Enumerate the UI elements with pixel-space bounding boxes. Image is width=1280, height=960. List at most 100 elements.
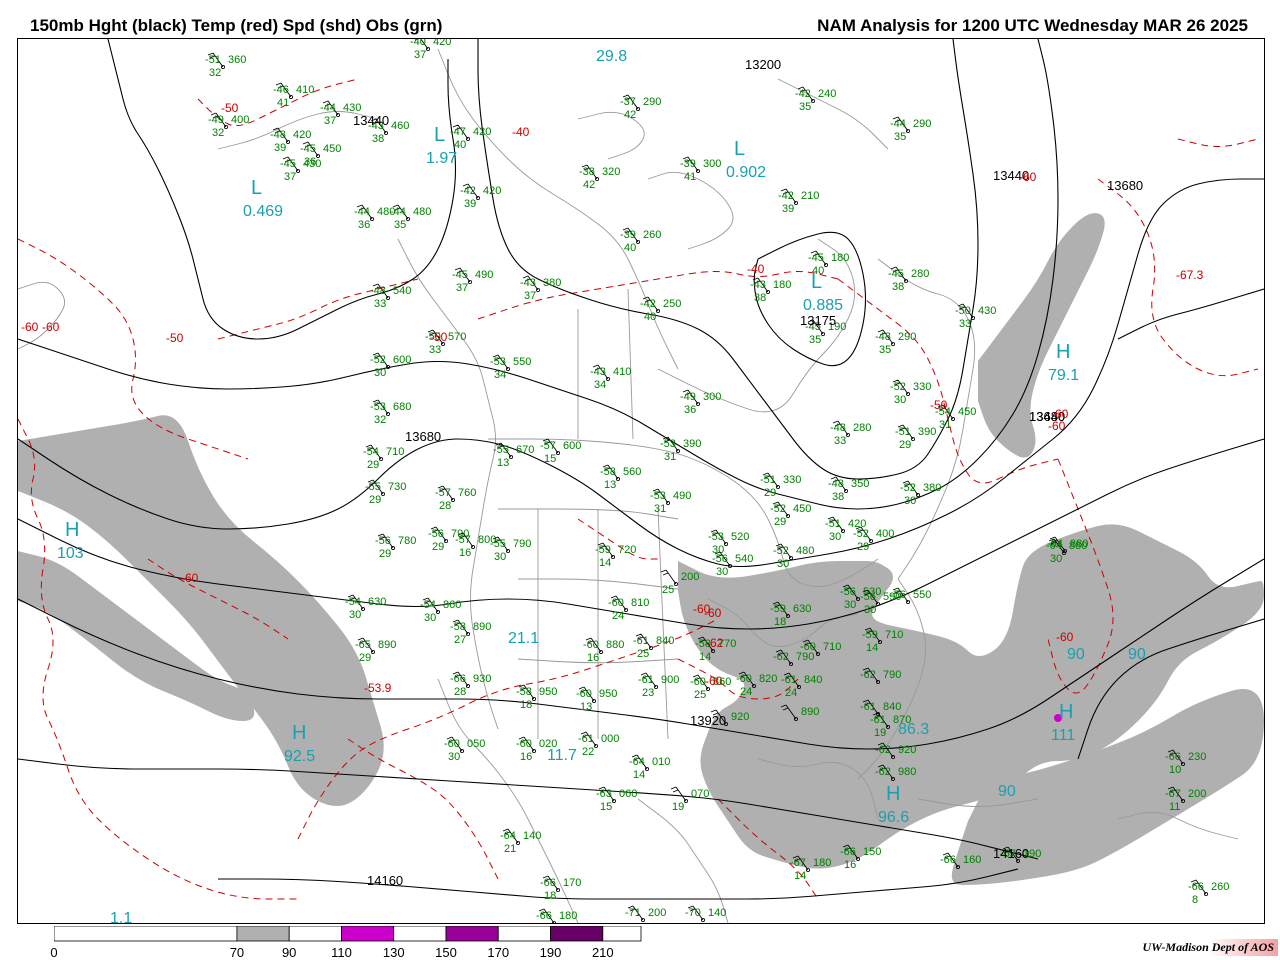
center-value: 103 xyxy=(57,545,84,562)
ob-dewpoint: 13 xyxy=(580,701,592,713)
station-ob: -5033 430 xyxy=(955,303,996,330)
ob-dewpoint: 18 xyxy=(544,890,556,902)
ob-height: 290 xyxy=(643,96,661,108)
height-label: 13680 xyxy=(405,429,441,444)
ob-dewpoint: 38 xyxy=(372,133,384,145)
temp-label: -40 xyxy=(747,262,765,276)
colorbar-tick-label: 110 xyxy=(331,945,352,960)
ob-height: 410 xyxy=(296,84,314,96)
ob-temp: -53 xyxy=(708,531,724,543)
ob-dewpoint: 33 xyxy=(834,435,846,447)
ob-dewpoint: 25 xyxy=(662,584,674,596)
ob-temp: -43 xyxy=(590,366,606,378)
low-center-letter: L xyxy=(434,124,445,146)
ob-height: 400 xyxy=(231,114,249,126)
ob-height: 780 xyxy=(398,535,416,547)
colorbar-segment xyxy=(497,926,551,942)
ob-height: 730 xyxy=(388,481,406,493)
ob-height: 290 xyxy=(898,331,916,343)
ob-dewpoint: 16 xyxy=(587,652,599,664)
ob-temp: -56 xyxy=(428,528,444,540)
ob-height: 570 xyxy=(448,331,466,343)
ob-temp: -40 xyxy=(410,39,426,48)
ob-height: 180 xyxy=(773,279,791,291)
station-ob: -5230 600 xyxy=(370,352,411,379)
ob-height: 450 xyxy=(958,406,976,418)
ob-height: 320 xyxy=(602,166,620,178)
ob-height: 380 xyxy=(543,277,561,289)
ob-temp: -71 xyxy=(625,907,641,919)
ob-temp: -61 xyxy=(578,733,594,745)
temp-label: -40 xyxy=(512,125,530,139)
ob-temp: -67 xyxy=(1165,788,1181,800)
ob-temp: -61 xyxy=(870,714,886,726)
ob-temp: -43 xyxy=(750,279,766,291)
high-center-letter: H xyxy=(1056,341,1070,363)
ob-temp: -54 xyxy=(420,599,436,611)
map-canvas: -5132360-4641410-4437430-4932400 -4338460… xyxy=(18,39,1264,923)
ob-dewpoint: 39 xyxy=(782,203,794,215)
wind-speed-colorbar xyxy=(54,926,642,942)
ob-temp: -57 xyxy=(540,440,556,452)
center-label: L 0.902 xyxy=(726,138,766,181)
ob-temp: -62 xyxy=(773,651,789,663)
ob-temp: -49 xyxy=(208,114,224,126)
ob-dewpoint: 22 xyxy=(582,746,594,758)
high-center-letter: H xyxy=(65,519,79,541)
ob-temp: -44 xyxy=(320,102,336,114)
station-ob: -5332 680 xyxy=(370,399,411,426)
ob-temp: -60 xyxy=(583,639,599,651)
ob-dewpoint: 30 xyxy=(716,566,728,578)
station-ob: -5630 540 xyxy=(712,551,753,578)
ob-temp: -61 xyxy=(781,674,797,686)
ob-height: 300 xyxy=(703,158,721,170)
ob-dewpoint: 11 xyxy=(1169,801,1180,813)
ob-temp: -44 xyxy=(890,118,906,130)
center-value: 96.6 xyxy=(878,809,909,826)
station-ob: -5818 950 xyxy=(516,684,557,711)
ob-height: 880 xyxy=(606,639,624,651)
temp-label: -60 xyxy=(1056,630,1074,644)
height-label: 14160 xyxy=(993,846,1029,861)
ob-height: 860 xyxy=(443,599,461,611)
ob-dewpoint: 29 xyxy=(369,494,381,506)
station-ob: -6529 890 xyxy=(355,637,396,664)
center-label: 90 xyxy=(1128,646,1146,663)
ob-height: 720 xyxy=(618,544,636,556)
ob-temp: -61 xyxy=(633,635,649,647)
ob-height: 670 xyxy=(516,444,534,456)
ob-temp: -52 xyxy=(890,381,906,393)
station-ob: 19 070 xyxy=(670,786,709,813)
ob-temp: -59 xyxy=(595,544,611,556)
ob-height: 560 xyxy=(623,466,641,478)
station-ob: -4338 180 xyxy=(750,277,791,304)
center-label: L 0.469 xyxy=(243,177,283,220)
ob-dewpoint: 33 xyxy=(374,298,386,310)
height-label: 13200 xyxy=(745,57,781,72)
ob-dewpoint: 29 xyxy=(857,541,869,553)
ob-dewpoint: 37 xyxy=(414,49,426,61)
ob-dewpoint: 37 xyxy=(324,115,336,127)
ob-temp: -46 xyxy=(273,84,289,96)
ob-temp: -66 xyxy=(536,910,552,922)
ob-dewpoint: 35 xyxy=(809,334,821,346)
ob-height: 420 xyxy=(473,126,491,138)
ob-temp: -48 xyxy=(270,129,286,141)
temp-label: -60 xyxy=(21,320,39,334)
ob-temp: -53 xyxy=(660,438,676,450)
ob-temp: -42 xyxy=(778,190,794,202)
station-ob: -5229 450 xyxy=(770,501,811,528)
ob-dewpoint: 29 xyxy=(764,487,776,499)
ob-dewpoint: 29 xyxy=(359,652,371,664)
ob-height: 600 xyxy=(393,354,411,366)
ob-dewpoint: 32 xyxy=(212,127,224,139)
station-ob: -4833 280 xyxy=(830,420,871,447)
ob-temp: -60 xyxy=(800,641,816,653)
low-center-letter: L xyxy=(251,177,262,199)
station-ob: -5529 730 xyxy=(365,479,406,506)
geo-line xyxy=(498,508,679,520)
station-ob: -6421 140 xyxy=(500,828,541,855)
ob-height: 160 xyxy=(963,854,981,866)
ob-height: 540 xyxy=(735,553,753,565)
ob-dewpoint: 8 xyxy=(1192,894,1198,906)
